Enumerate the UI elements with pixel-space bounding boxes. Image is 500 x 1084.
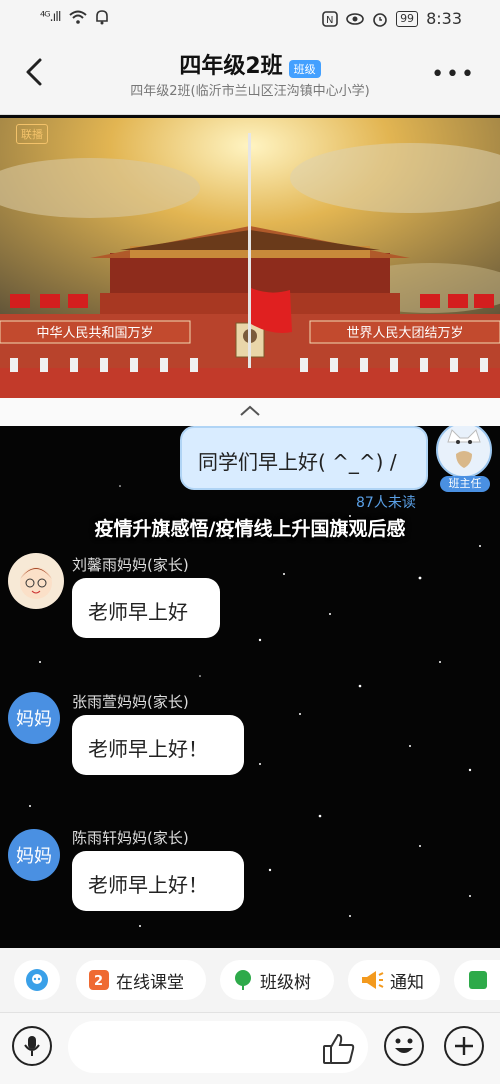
received-message-bubble[interactable]: 老师早上好 xyxy=(72,578,220,638)
eye-icon xyxy=(346,12,364,25)
more-feature-button[interactable] xyxy=(454,960,500,1000)
live-badge: 联播 xyxy=(16,124,48,144)
message-text: 老师早上好 xyxy=(88,600,188,624)
signal-icon: ⁴ᴳ.ıll xyxy=(40,9,62,25)
page-title: 四年级2班 xyxy=(179,54,283,79)
cat-icon xyxy=(447,429,481,468)
wifi-icon xyxy=(68,10,87,24)
collapse-video-button[interactable] xyxy=(0,398,500,426)
received-message-bubble[interactable]: 老师早上好！ xyxy=(72,715,244,775)
chat-area: 同学们早上好( ^_^) / 班主任 87人未读 刘馨雨妈妈(家长) 老师早上好… xyxy=(0,426,500,948)
thumbs-up-icon xyxy=(323,1033,355,1064)
page-subtitle: 四年级2班(临沂市兰山区汪沟镇中心小学) xyxy=(130,84,370,99)
svg-text:N: N xyxy=(326,15,333,26)
message-text: 老师早上好！ xyxy=(88,737,208,761)
cartoon-avatar-icon xyxy=(20,567,52,599)
overlay-title: 疫情升旗感悟/疫情线上升国旗观后感 xyxy=(94,518,406,540)
class-tree-button[interactable]: 班级树 xyxy=(220,960,334,1000)
sent-message-text: 同学们早上好( ^_^) / xyxy=(198,450,397,474)
read-status[interactable]: 87人未读 xyxy=(356,492,416,512)
parent-avatar[interactable]: 妈妈 xyxy=(8,829,60,881)
status-bar: ⁴ᴳ.ıll N 99 8:33 xyxy=(0,0,500,36)
live-video[interactable]: 中华人民共和国万岁 世界人民大团结万岁 联播 xyxy=(0,118,500,398)
class-tree-label: 班级树 xyxy=(260,972,311,993)
feature-toolbar: 2 在线课堂 班级树 通知 xyxy=(0,948,500,1012)
online-class-button[interactable]: 2 在线课堂 xyxy=(76,960,206,1000)
received-message-bubble[interactable]: 老师早上好！ xyxy=(72,851,244,911)
notice-icon xyxy=(362,971,384,989)
sender-name: 刘馨雨妈妈(家长) xyxy=(72,556,189,574)
assistant-icon xyxy=(26,969,48,991)
input-bar xyxy=(0,1012,500,1084)
svg-text:2: 2 xyxy=(94,974,103,989)
chat-header: 四年级2班 班级 四年级2班(临沂市兰山区汪沟镇中心小学) ••• xyxy=(0,36,500,115)
online-class-icon: 2 xyxy=(89,970,109,990)
teacher-avatar[interactable] xyxy=(436,426,492,478)
plus-icon xyxy=(455,1037,473,1055)
sender-name: 张雨萱妈妈(家长) xyxy=(72,693,189,711)
left-banner: 中华人民共和国万岁 xyxy=(36,326,153,341)
title-row: 四年级2班 班级 xyxy=(0,48,500,80)
class-tag: 班级 xyxy=(288,59,321,78)
voice-button[interactable] xyxy=(12,1026,52,1066)
like-button[interactable] xyxy=(322,1033,356,1069)
teacher-role-label: 班主任 xyxy=(440,476,490,492)
tiananmen-scene: 中华人民共和国万岁 世界人民大团结万岁 xyxy=(0,118,500,398)
emoji-button[interactable] xyxy=(384,1026,424,1066)
notice-button[interactable]: 通知 xyxy=(348,960,440,1000)
parent-avatar-cartoon[interactable] xyxy=(8,553,64,609)
nfc-icon: N xyxy=(322,10,338,27)
notification-icon xyxy=(95,10,108,25)
notice-label: 通知 xyxy=(390,972,424,993)
right-banner: 世界人民大团结万岁 xyxy=(346,326,463,341)
clock-time: 8:33 xyxy=(426,9,462,28)
microphone-icon xyxy=(24,1036,40,1056)
sent-message-bubble[interactable]: 同学们早上好( ^_^) / xyxy=(180,426,428,490)
smile-icon xyxy=(395,1038,413,1053)
sender-name: 陈雨轩妈妈(家长) xyxy=(72,829,189,847)
class-tree-icon xyxy=(235,970,251,990)
more-actions-button[interactable] xyxy=(444,1026,484,1066)
message-text: 老师早上好！ xyxy=(88,873,208,897)
form-icon xyxy=(469,971,487,989)
more-menu-button[interactable]: ••• xyxy=(431,62,476,87)
online-class-label: 在线课堂 xyxy=(116,972,184,993)
alarm-icon xyxy=(373,12,387,27)
battery-icon: 99 xyxy=(396,10,419,27)
assistant-button[interactable] xyxy=(14,960,60,1000)
chevron-up-icon xyxy=(240,405,260,416)
parent-avatar[interactable]: 妈妈 xyxy=(8,692,60,744)
